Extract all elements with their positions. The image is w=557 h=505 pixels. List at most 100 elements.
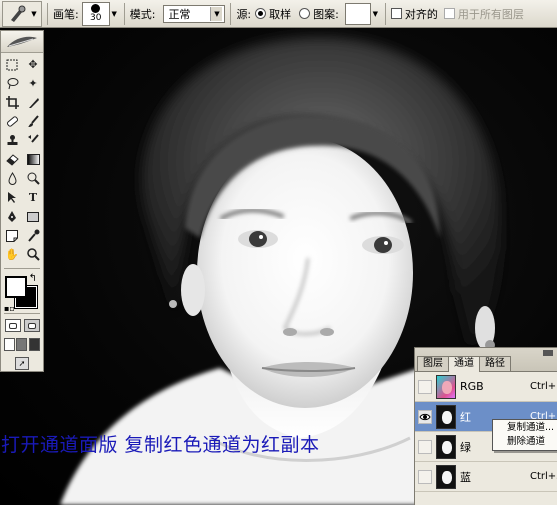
channel-thumbnail xyxy=(436,434,456,459)
default-colors-icon[interactable]: ▪▫ xyxy=(4,304,15,313)
healing-brush-icon[interactable] xyxy=(2,113,22,130)
divider xyxy=(4,313,40,314)
standard-screen-icon[interactable] xyxy=(3,338,15,351)
visibility-toggle[interactable] xyxy=(418,439,432,454)
dodge-icon[interactable] xyxy=(23,170,43,187)
hand-icon[interactable]: ✋ xyxy=(2,246,22,263)
clone-stamp-tool-icon xyxy=(11,5,26,22)
eraser-icon[interactable] xyxy=(2,151,22,168)
thumbnail-face xyxy=(442,380,452,394)
foreground-color-swatch[interactable] xyxy=(5,276,27,298)
visibility-toggle[interactable] xyxy=(418,409,432,424)
panel-tab-bar: 图层 通道 路径 xyxy=(415,348,557,372)
pen-icon[interactable] xyxy=(2,208,22,225)
stamp-glyph xyxy=(7,135,17,145)
channel-shortcut: Ctrl+~ xyxy=(530,381,557,392)
swap-colors-icon[interactable]: ↰ xyxy=(29,273,37,284)
jump-row: ➚ xyxy=(1,354,43,373)
crop-icon[interactable] xyxy=(2,94,22,111)
eyedropper-icon[interactable] xyxy=(23,227,43,244)
visibility-toggle[interactable] xyxy=(418,469,432,484)
aligned-checkbox[interactable]: 对齐的 xyxy=(390,6,438,22)
chevron-down-icon: ▼ xyxy=(111,9,117,18)
brush-icon[interactable] xyxy=(23,113,43,130)
checkbox[interactable] xyxy=(443,8,455,19)
magic-wand-icon[interactable]: ✦ xyxy=(23,75,43,92)
channel-name: RGB xyxy=(460,380,484,393)
menu-item-duplicate-channel[interactable]: 复制通道... xyxy=(493,421,557,435)
source-sampled-radio[interactable]: 取样 xyxy=(255,6,291,22)
menu-item-delete-channel[interactable]: 删除通道 xyxy=(493,435,557,449)
marquee-glyph xyxy=(6,59,18,70)
quick-mask-mode-icon[interactable] xyxy=(23,319,40,332)
mode-inner-icon xyxy=(27,322,36,329)
dodge-glyph xyxy=(27,172,40,185)
caption-text: 打开通道面版 复制红色通道为红副本 xyxy=(1,434,320,456)
imageready-glyph: ➚ xyxy=(18,359,26,368)
thumbnail-face xyxy=(442,410,452,424)
use-all-layers-checkbox[interactable]: 用于所有图层 xyxy=(443,6,524,22)
marquee-icon[interactable] xyxy=(2,56,22,73)
edit-mode-row xyxy=(1,316,43,335)
zoom-icon[interactable] xyxy=(23,246,43,263)
channel-row-blue[interactable]: 蓝 Ctrl+3 xyxy=(415,462,557,492)
type-icon[interactable]: T xyxy=(23,189,43,206)
crop-glyph xyxy=(5,96,19,109)
channel-thumbnail xyxy=(436,404,456,429)
thumbnail-face xyxy=(442,470,452,484)
eye-icon xyxy=(419,413,431,420)
channel-row-rgb[interactable]: RGB Ctrl+~ xyxy=(415,372,557,402)
tool-preset-picker[interactable]: ▼ xyxy=(2,0,42,27)
eyedropper-glyph xyxy=(27,229,39,242)
shape-icon[interactable] xyxy=(23,208,43,225)
tab-paths[interactable]: 路径 xyxy=(479,356,511,371)
move-icon[interactable]: ✥ xyxy=(23,56,43,73)
divider xyxy=(230,2,232,25)
radio-button[interactable] xyxy=(299,8,311,19)
chevron-down-icon: ▼ xyxy=(210,6,223,21)
full-screen-menu-icon[interactable] xyxy=(16,338,28,351)
pen-glyph xyxy=(8,211,16,222)
history-brush-glyph xyxy=(27,134,39,143)
drop-glyph xyxy=(7,172,17,185)
blur-icon[interactable] xyxy=(2,170,22,187)
standard-mode-icon[interactable] xyxy=(4,319,21,332)
brush-label: 画笔: xyxy=(53,7,79,21)
radio-button[interactable] xyxy=(255,8,267,19)
slice-icon[interactable] xyxy=(23,94,43,111)
chevron-down-icon: ▼ xyxy=(372,9,379,18)
pattern-picker[interactable] xyxy=(344,2,371,25)
jump-to-imageready-icon[interactable]: ➚ xyxy=(15,357,29,370)
source-label: 源: xyxy=(236,7,252,21)
toolbox-header[interactable] xyxy=(1,31,43,53)
tool-grid: ✥ ✦ T ✋ xyxy=(1,53,43,266)
brush-picker-arrow[interactable]: ▼ xyxy=(110,2,119,26)
full-screen-icon[interactable] xyxy=(29,338,41,351)
lasso-glyph xyxy=(7,78,18,90)
tab-channels[interactable]: 通道 xyxy=(448,356,480,372)
history-brush-icon[interactable] xyxy=(23,132,43,149)
source-option-sampled: 取样 xyxy=(269,7,292,21)
divider xyxy=(384,2,386,25)
lasso-icon[interactable] xyxy=(2,75,22,92)
tab-layers[interactable]: 图层 xyxy=(417,356,449,371)
feather-logo-icon xyxy=(7,36,37,47)
notes-icon[interactable] xyxy=(2,227,22,244)
pattern-picker-arrow[interactable]: ▼ xyxy=(371,2,380,26)
gradient-glyph xyxy=(26,154,40,165)
eraser-glyph xyxy=(5,154,19,166)
use-all-layers-label: 用于所有图层 xyxy=(457,7,524,21)
slice-glyph xyxy=(28,98,39,108)
source-pattern-radio[interactable]: 图案: xyxy=(299,6,339,22)
clone-stamp-icon[interactable] xyxy=(2,132,22,149)
screen-mode-row xyxy=(1,335,43,354)
visibility-toggle[interactable] xyxy=(418,379,432,394)
divider xyxy=(47,2,48,25)
brush-picker[interactable]: 30 xyxy=(81,1,110,26)
panel-menu-icon[interactable] xyxy=(543,350,553,356)
checkbox[interactable] xyxy=(390,8,402,19)
path-select-icon[interactable] xyxy=(2,189,22,206)
channel-context-menu: 复制通道... 删除通道 xyxy=(492,419,557,451)
mode-select[interactable]: 正常 ▼ xyxy=(163,4,226,23)
gradient-icon[interactable] xyxy=(23,151,43,168)
